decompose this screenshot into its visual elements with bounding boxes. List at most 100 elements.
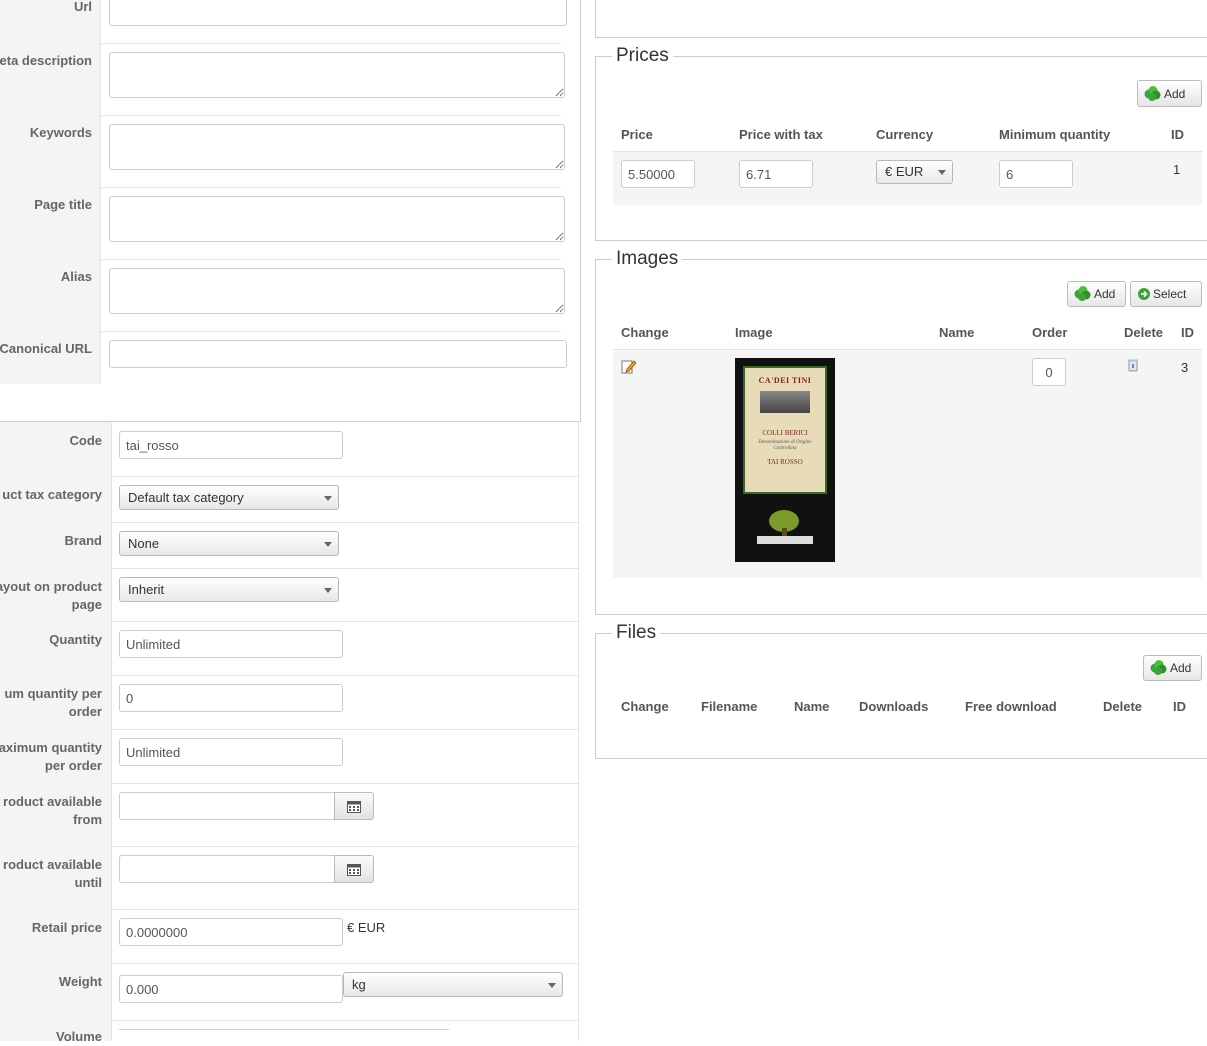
wine-brand-text: CA'DEI TINI: [758, 376, 812, 385]
available-until-calendar-button[interactable]: [334, 855, 374, 883]
files-add-button[interactable]: Add: [1143, 655, 1202, 681]
weight-label: Weight: [58, 974, 102, 989]
url-label: Url: [73, 0, 92, 14]
min-quantity-label: um quantity per order: [4, 686, 102, 719]
retail-price-input[interactable]: [119, 918, 343, 946]
files-add-label: Add: [1170, 661, 1192, 675]
meta-description-label: eta description: [0, 53, 92, 68]
wine-bottle-image: CA'DEI TINI COLLI BERICI Denominazione d…: [735, 358, 835, 562]
retail-price-currency: € EUR: [347, 920, 386, 935]
wine-name-text: TAI ROSSO: [767, 458, 803, 466]
plus-icon: [1074, 286, 1091, 301]
price-with-tax-col-header: Price with tax: [739, 127, 823, 142]
weight-unit-select[interactable]: kg: [343, 972, 563, 997]
chevron-down-icon: [548, 983, 556, 988]
alias-textarea[interactable]: [109, 268, 565, 314]
layout-label: ayout on product page: [0, 579, 102, 612]
edit-pencil-icon: [621, 360, 637, 374]
image-order-input[interactable]: [1032, 358, 1066, 386]
quantity-label: Quantity: [49, 632, 102, 647]
image-col-header: Image: [735, 325, 773, 340]
image-name-col-header: Name: [939, 325, 975, 340]
meta-description-textarea[interactable]: [109, 52, 565, 98]
price-id-col-header: ID: [1171, 127, 1184, 142]
images-add-label: Add: [1094, 287, 1116, 301]
images-select-button[interactable]: Select: [1130, 281, 1202, 307]
images-add-button[interactable]: Add: [1067, 281, 1126, 307]
plus-icon: [1144, 85, 1161, 101]
chevron-down-icon: [324, 496, 332, 501]
code-label: Code: [69, 433, 103, 448]
image-change-col-header: Change: [621, 325, 669, 340]
keywords-label: Keywords: [29, 125, 92, 140]
files-legend: Files: [612, 621, 661, 645]
price-col-header: Price: [621, 127, 653, 142]
currency-col-header: Currency: [876, 127, 934, 142]
keywords-textarea[interactable]: [109, 124, 565, 170]
price-id: 1: [1173, 162, 1181, 177]
wine-label: CA'DEI TINI COLLI BERICI Denominazione d…: [743, 366, 827, 494]
images-legend: Images: [612, 247, 683, 271]
tax-category-select[interactable]: Default tax category: [119, 485, 339, 510]
prices-panel: Prices: [595, 44, 1207, 241]
wine-subtitle-text: Denominazione di Origine Controllata: [758, 440, 812, 451]
wine-region-text: COLLI BERICI: [762, 429, 808, 437]
filename-col-header: Filename: [701, 699, 758, 714]
edit-image-button[interactable]: [621, 358, 637, 377]
image-id-col-header: ID: [1181, 325, 1194, 340]
max-quantity-input[interactable]: [119, 738, 343, 766]
price-with-tax-input[interactable]: [739, 160, 813, 188]
available-until-label: roduct available until: [3, 857, 102, 890]
canonical-url-input[interactable]: [109, 340, 567, 368]
quantity-input[interactable]: [119, 630, 343, 658]
file-id-col-header: ID: [1173, 699, 1186, 714]
tax-category-value: Default tax category: [128, 490, 244, 505]
price-input[interactable]: [621, 160, 695, 188]
chevron-down-icon: [324, 542, 332, 547]
canonical-url-label: Canonical URL: [0, 341, 92, 356]
weight-unit-value: kg: [352, 977, 366, 992]
min-quantity-input[interactable]: [999, 160, 1073, 188]
chevron-down-icon: [938, 170, 946, 175]
plus-icon: [1150, 660, 1167, 675]
image-delete-col-header: Delete: [1124, 325, 1164, 340]
retail-price-label: Retail price: [31, 920, 102, 935]
min-quantity-col-header: Minimum quantity: [999, 127, 1111, 142]
alias-label: Alias: [60, 269, 92, 284]
image-id: 3: [1181, 360, 1189, 375]
chevron-down-icon: [324, 588, 332, 593]
free-download-col-header: Free download: [965, 699, 1057, 714]
select-arrow-icon: [1138, 288, 1150, 300]
layout-select[interactable]: Inherit: [119, 577, 339, 602]
image-order-col-header: Order: [1032, 325, 1068, 340]
file-change-col-header: Change: [621, 699, 669, 714]
prices-add-label: Add: [1164, 86, 1186, 101]
page-title-textarea[interactable]: [109, 196, 565, 242]
available-from-label: roduct available from: [3, 794, 102, 827]
details-label-column: [0, 421, 112, 1041]
downloads-col-header: Downloads: [859, 699, 929, 714]
delete-image-button[interactable]: [1127, 358, 1139, 375]
volume-label: Volume: [56, 1029, 102, 1044]
tree-logo: [757, 510, 813, 546]
tax-category-label: uct tax category: [2, 487, 102, 502]
calendar-icon: [347, 863, 361, 876]
brand-value: None: [128, 536, 160, 551]
file-delete-col-header: Delete: [1103, 699, 1143, 714]
weight-input[interactable]: [119, 975, 343, 1003]
brand-select[interactable]: None: [119, 531, 339, 556]
files-panel: Files: [595, 621, 1207, 759]
max-quantity-label: aximum quantity per order: [0, 740, 102, 773]
code-input[interactable]: [119, 431, 343, 459]
min-quantity-input[interactable]: [119, 684, 343, 712]
available-until-input[interactable]: [119, 855, 335, 883]
currency-select[interactable]: € EUR: [876, 160, 953, 184]
prices-add-button[interactable]: Add: [1137, 80, 1202, 107]
trash-icon: [1128, 359, 1138, 372]
layout-value: Inherit: [128, 582, 165, 597]
available-from-input[interactable]: [119, 792, 335, 820]
url-input[interactable]: [109, 0, 567, 26]
brand-label: Brand: [64, 533, 102, 548]
available-from-calendar-button[interactable]: [334, 792, 374, 820]
currency-value: € EUR: [885, 164, 924, 179]
